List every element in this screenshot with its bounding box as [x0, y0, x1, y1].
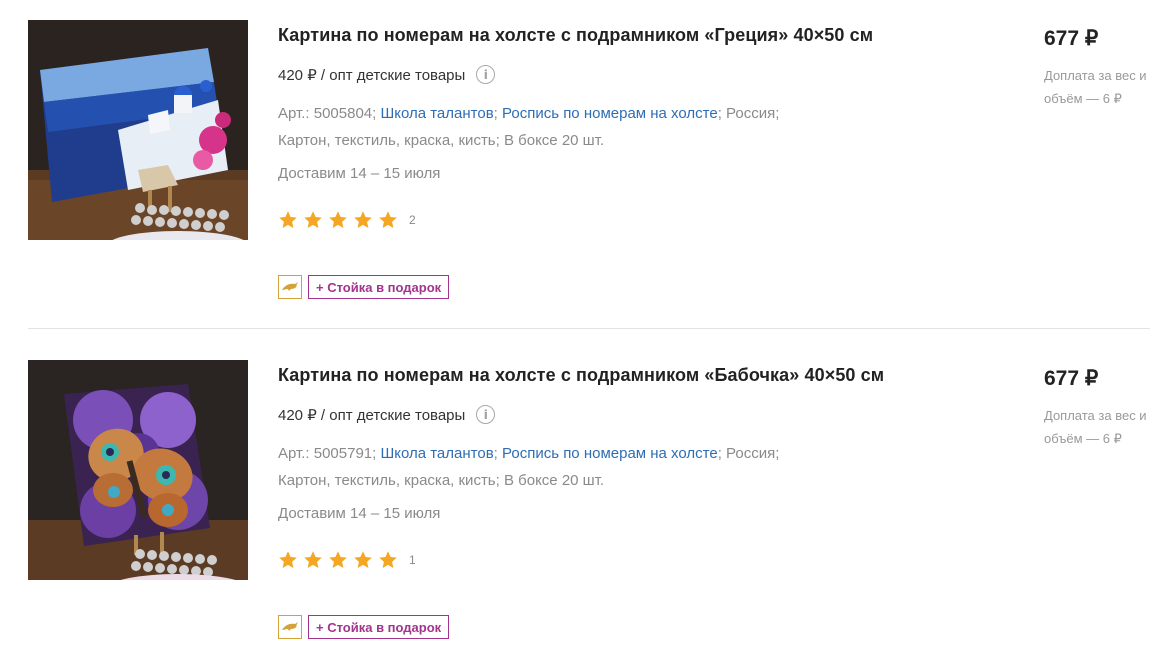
separator: ;	[493, 105, 498, 122]
star-icon	[379, 551, 397, 568]
star-icon	[304, 551, 322, 568]
product-title[interactable]: Картина по номерам на холсте с подрамник…	[278, 365, 884, 386]
promo-badge[interactable]: + Стойка в подарок	[308, 275, 450, 299]
materials: Картон, текстиль, краска, кисть;	[278, 132, 500, 149]
greece-painting-image	[28, 20, 248, 240]
country: Россия;	[726, 445, 780, 462]
star-icon	[379, 211, 397, 228]
category-link[interactable]: Роспись по номерам на холсте	[502, 445, 718, 462]
dolphin-badge[interactable]	[278, 615, 302, 639]
materials: Картон, текстиль, краска, кисть;	[278, 472, 500, 489]
rating[interactable]: 1	[278, 550, 416, 570]
brand-link[interactable]: Школа талантов	[380, 105, 493, 122]
star-icon	[354, 551, 372, 568]
article-number: Арт.: 5005791;	[278, 445, 377, 462]
review-count: 2	[409, 213, 416, 227]
delivery-date: Доставим 14 – 15 июля	[278, 505, 441, 522]
separator: ;	[493, 445, 498, 462]
category-link[interactable]: Роспись по номерам на холсте	[502, 105, 718, 122]
star-icon	[329, 211, 347, 228]
product-card: Картина по номерам на холсте с подрамник…	[0, 0, 1150, 330]
price: 677 ₽	[1044, 27, 1099, 50]
wholesale-price: 420 ₽ / опт детские товары i	[278, 405, 496, 424]
dolphin-icon	[282, 622, 298, 631]
butterfly-painting-image	[28, 360, 248, 580]
dolphin-badge[interactable]	[278, 275, 302, 299]
delivery-date: Доставим 14 – 15 июля	[278, 165, 441, 182]
rating[interactable]: 2	[278, 210, 416, 230]
review-count: 1	[409, 553, 416, 567]
product-image[interactable]	[28, 20, 248, 240]
info-icon[interactable]: i	[476, 65, 496, 84]
box-quantity: В боксе 20 шт.	[503, 472, 605, 489]
star-icon	[279, 551, 297, 568]
wholesale-price: 420 ₽ / опт детские товары i	[278, 65, 496, 84]
separator: ;	[717, 105, 722, 122]
product-meta: Арт.: 5005791; Школа талантов; Роспись п…	[278, 440, 838, 494]
product-card: Картина по номерам на холсте с подрамник…	[0, 340, 1150, 663]
separator: ;	[717, 445, 722, 462]
country: Россия;	[726, 105, 780, 122]
badges: + Стойка в подарок	[278, 275, 450, 299]
dolphin-icon	[282, 282, 298, 291]
product-image[interactable]	[28, 360, 248, 580]
brand-link[interactable]: Школа талантов	[380, 445, 493, 462]
star-icon	[279, 211, 297, 228]
product-meta: Арт.: 5005804; Школа талантов; Роспись п…	[278, 100, 838, 154]
surcharge-note: Доплата за вес и объём — 6 ₽	[1044, 68, 1147, 106]
divider	[28, 328, 1150, 329]
surcharge-note: Доплата за вес и объём — 6 ₽	[1044, 408, 1147, 446]
info-icon[interactable]: i	[476, 405, 496, 424]
badges: + Стойка в подарок	[278, 615, 450, 639]
star-icon	[329, 551, 347, 568]
wholesale-price-text: 420 ₽ / опт детские товары	[278, 66, 466, 84]
article-number: Арт.: 5005804;	[278, 105, 377, 122]
star-icon	[304, 211, 322, 228]
star-icon	[354, 211, 372, 228]
promo-badge[interactable]: + Стойка в подарок	[308, 615, 450, 639]
product-title[interactable]: Картина по номерам на холсте с подрамник…	[278, 25, 873, 46]
box-quantity: В боксе 20 шт.	[503, 132, 605, 149]
price: 677 ₽	[1044, 367, 1099, 390]
wholesale-price-text: 420 ₽ / опт детские товары	[278, 406, 466, 424]
